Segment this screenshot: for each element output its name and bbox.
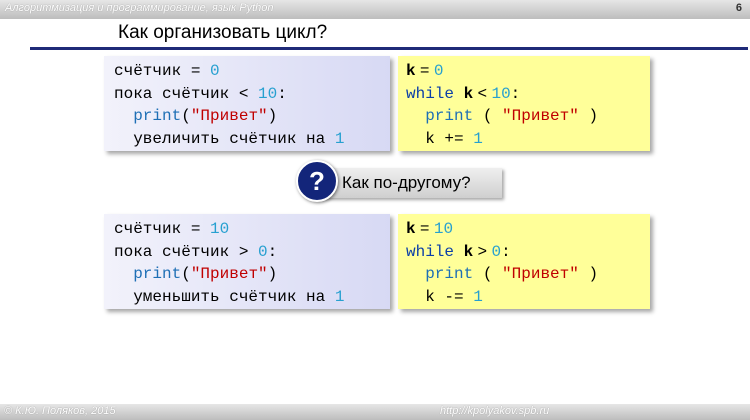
footer-bar: © К.Ю. Поляков, 2015 http://kpolyakov.sp… <box>0 404 750 420</box>
question-label: Как по-другому? <box>342 173 471 192</box>
code-line: k -= 1 <box>406 287 483 306</box>
code-line: увеличить счётчик на 1 <box>114 129 345 148</box>
pseudocode-block-increment: счётчик = 0 пока счётчик < 10: print("Пр… <box>104 56 390 151</box>
course-title: Алгоритмизация и программирование, язык … <box>5 2 274 14</box>
code-line: while k > 0: <box>406 242 511 261</box>
code-line: print("Привет") <box>133 107 278 125</box>
code-line: print("Привет") <box>133 265 278 283</box>
python-block-increment: k = 0 while k < 10: print ( "Привет" ) k… <box>398 56 650 151</box>
code-line: пока счётчик < 10: <box>114 84 287 103</box>
code-line: уменьшить счётчик на 1 <box>114 287 345 306</box>
title-underline <box>30 47 748 50</box>
slide-title: Как организовать цикл? <box>118 22 328 43</box>
code-line: k += 1 <box>406 129 483 148</box>
author-credit: © К.Ю. Поляков, 2015 <box>4 405 116 417</box>
code-line: счётчик = 0 <box>114 62 220 80</box>
site-link[interactable]: http://kpolyakov.spb.ru <box>440 405 549 417</box>
python-block-decrement: k = 10 while k > 0: print ( "Привет" ) k… <box>398 214 650 309</box>
page-number: 6 <box>735 2 742 14</box>
code-line: print ( "Привет" ) <box>425 107 599 125</box>
code-line: счётчик = 10 <box>114 220 230 238</box>
code-line: while k < 10: <box>406 84 521 103</box>
question-callout: ? Как по-другому? <box>296 160 506 204</box>
header-bar: Алгоритмизация и программирование, язык … <box>0 0 750 19</box>
code-line: пока счётчик > 0: <box>114 242 278 261</box>
question-icon: ? <box>296 160 338 202</box>
code-line: k = 0 <box>406 62 444 80</box>
pseudocode-block-decrement: счётчик = 10 пока счётчик > 0: print("Пр… <box>104 214 390 309</box>
code-line: k = 10 <box>406 220 454 238</box>
code-line: print ( "Привет" ) <box>425 265 599 283</box>
